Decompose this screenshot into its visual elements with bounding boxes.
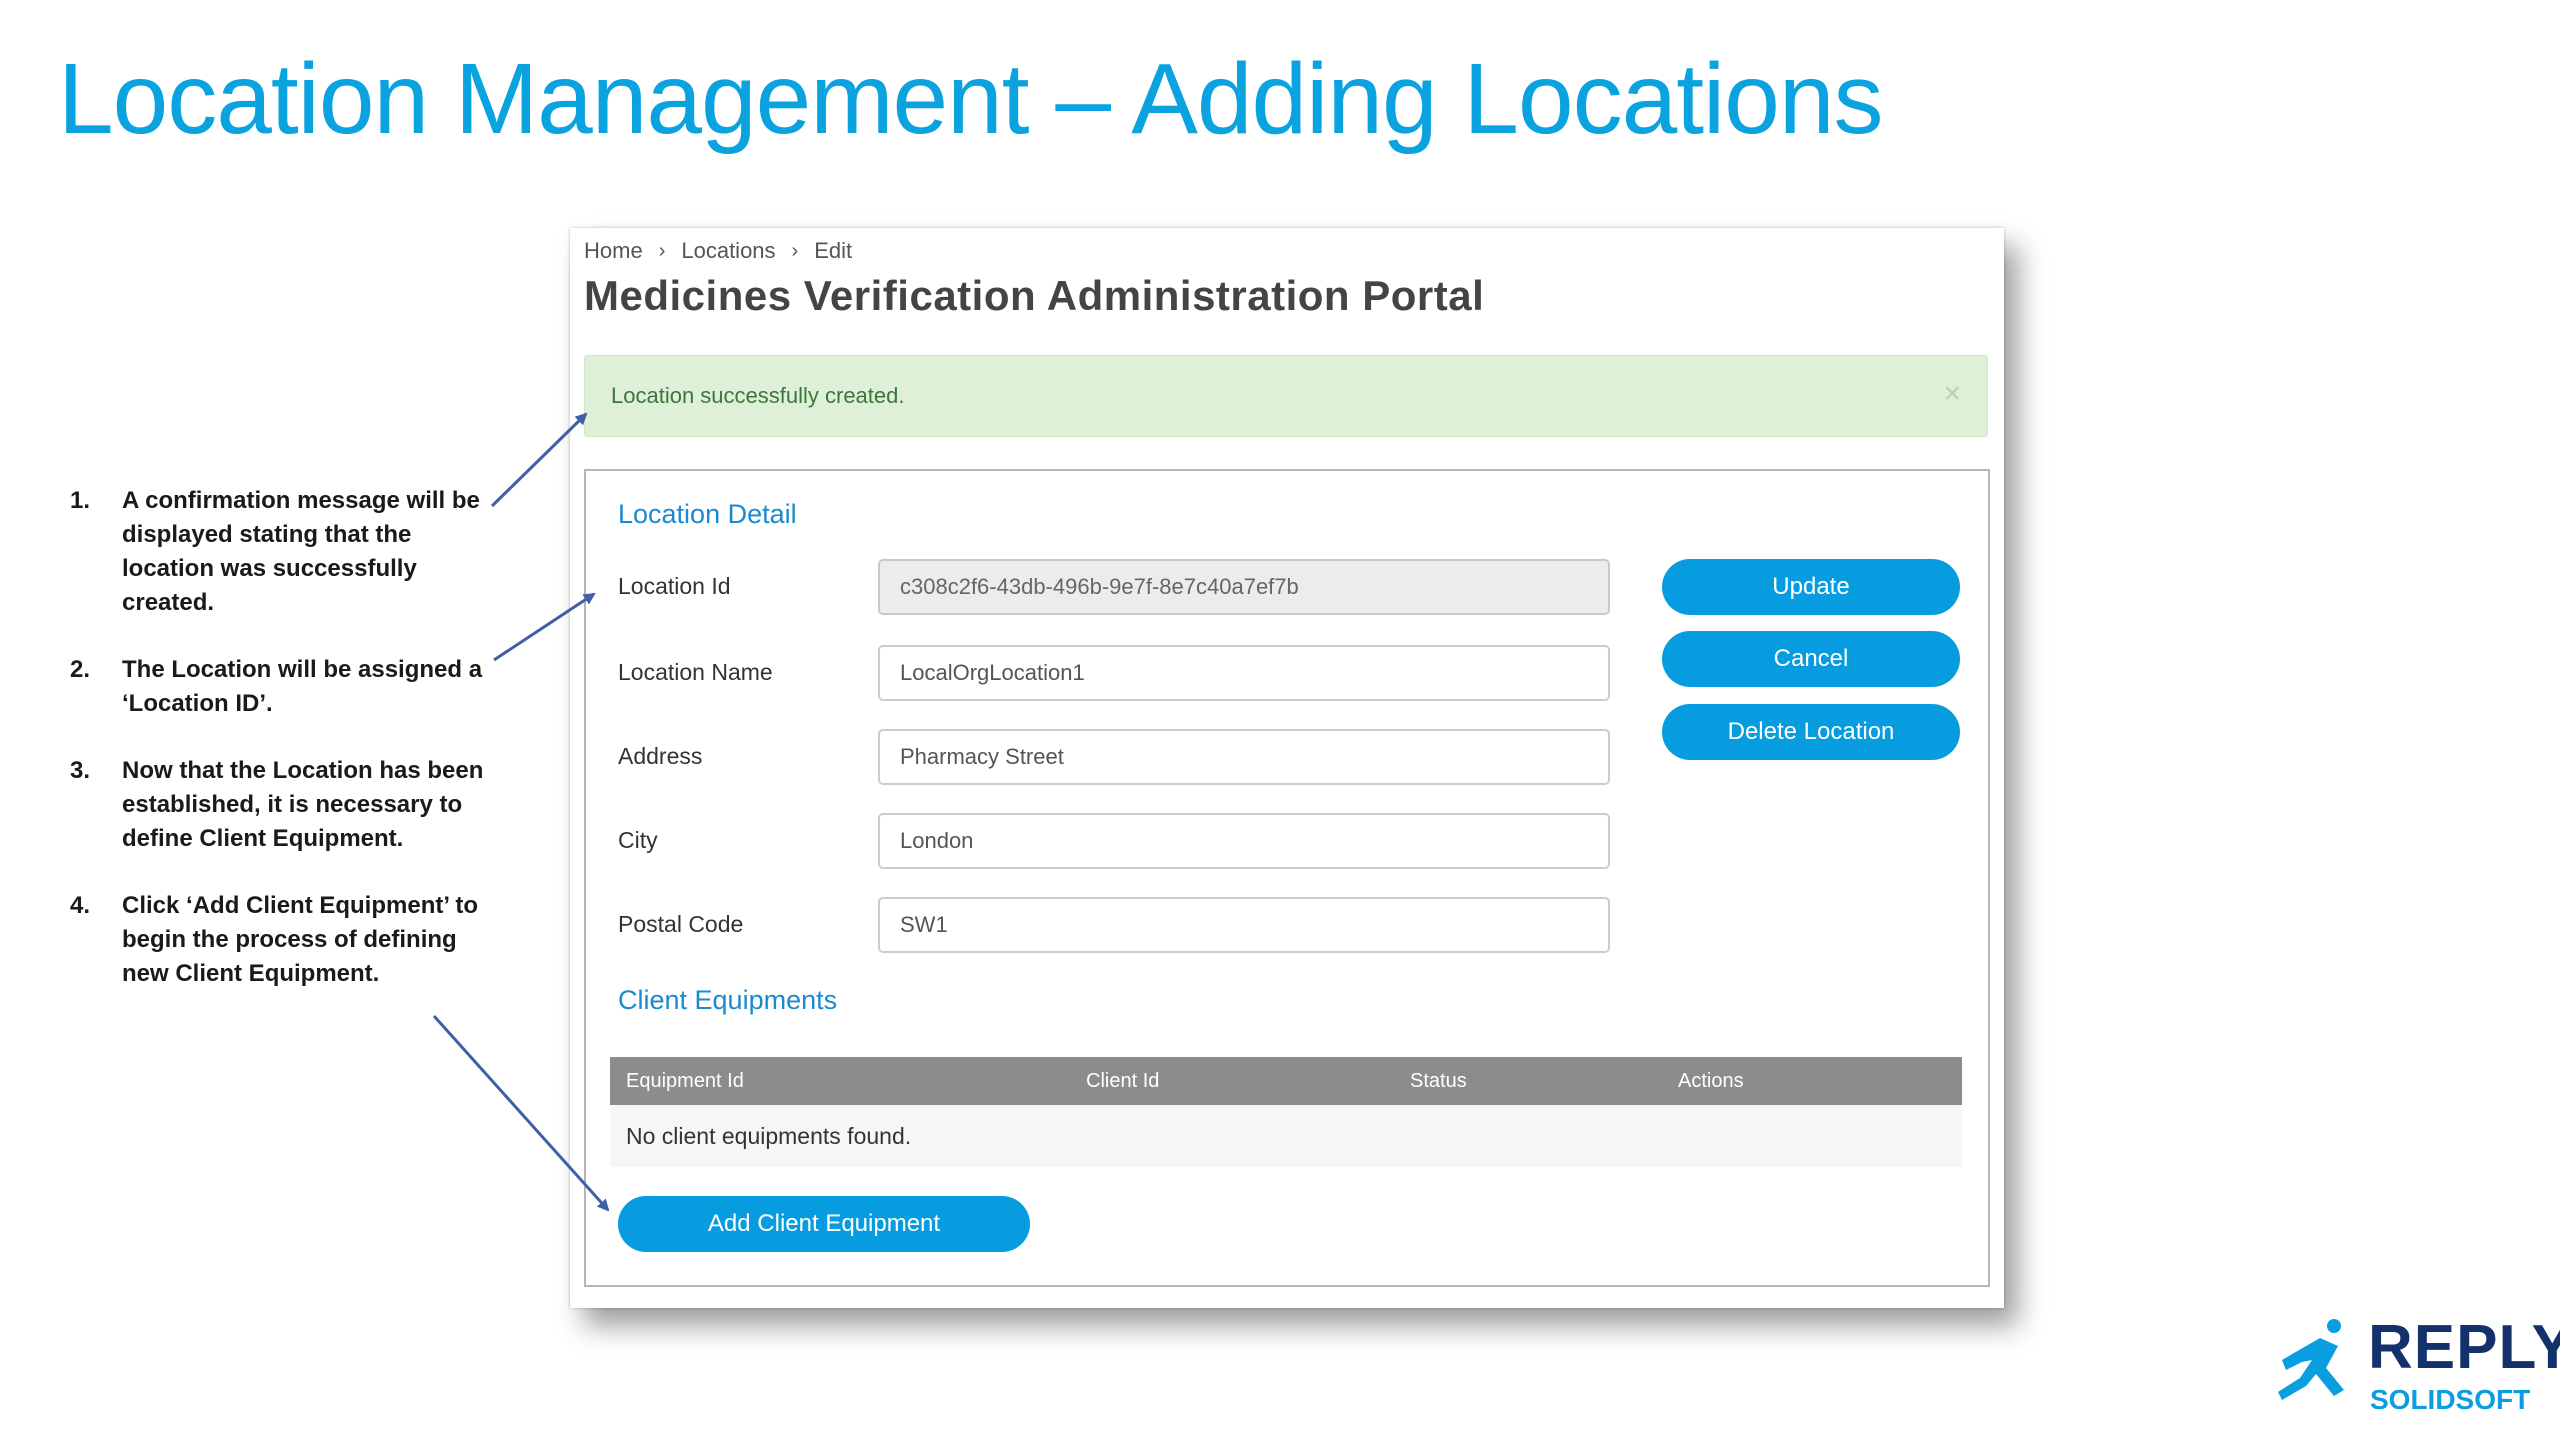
step-text: Now that the Location has been establish… xyxy=(122,757,484,852)
breadcrumb-separator: › xyxy=(658,239,666,262)
breadcrumb-separator: › xyxy=(791,239,799,262)
success-alert: Location successfully created. × xyxy=(584,355,1988,437)
table-header: Equipment Id Client Id Status Actions xyxy=(610,1057,1962,1105)
step-item: 2. The Location will be assigned a ‘Loca… xyxy=(70,653,490,721)
step-text: Click ‘Add Client Equipment’ to begin th… xyxy=(122,892,479,987)
client-equipments-table: Equipment Id Client Id Status Actions No… xyxy=(610,1057,1962,1167)
step-text: The Location will be assigned a ‘Locatio… xyxy=(122,656,483,717)
location-detail-panel: Location Detail Location Id Location Nam… xyxy=(584,469,1990,1287)
city-field[interactable] xyxy=(878,813,1610,869)
address-field[interactable] xyxy=(878,729,1610,785)
breadcrumb-home[interactable]: Home xyxy=(584,238,643,264)
location-id-field xyxy=(878,559,1610,615)
step-number: 1. xyxy=(70,487,91,514)
breadcrumb-edit: Edit xyxy=(814,238,853,263)
alert-message: Location successfully created. xyxy=(611,383,905,408)
step-item: 4. Click ‘Add Client Equipment’ to begin… xyxy=(70,889,490,991)
breadcrumb-locations[interactable]: Locations xyxy=(681,238,775,264)
logo-subtitle: SOLIDSOFT xyxy=(2370,1384,2531,1415)
delete-location-button[interactable]: Delete Location xyxy=(1662,704,1960,760)
column-status: Status xyxy=(1410,1069,1467,1092)
empty-table-message: No client equipments found. xyxy=(610,1105,1962,1167)
slide-title: Location Management – Adding Locations xyxy=(58,43,1883,155)
section-title-client-equipments: Client Equipments xyxy=(618,985,838,1015)
step-number: 3. xyxy=(70,757,91,784)
add-client-equipment-button[interactable]: Add Client Equipment xyxy=(618,1196,1030,1252)
city-label: City xyxy=(618,827,658,853)
column-client-id: Client Id xyxy=(1086,1069,1160,1092)
section-title-location-detail: Location Detail xyxy=(618,499,797,529)
reply-solidsoft-logo: REPLY SOLIDSOFT xyxy=(2272,1312,2560,1422)
runner-icon xyxy=(2278,1319,2344,1400)
postal-code-label: Postal Code xyxy=(618,911,744,937)
update-button[interactable]: Update xyxy=(1662,559,1960,615)
column-equipment-id: Equipment Id xyxy=(626,1069,744,1092)
page-title: Medicines Verification Administration Po… xyxy=(584,272,1485,319)
location-name-label: Location Name xyxy=(618,659,773,685)
address-label: Address xyxy=(618,743,703,769)
instruction-steps: 1. A confirmation message will be displa… xyxy=(70,484,490,1024)
step-item: 3. Now that the Location has been establ… xyxy=(70,754,490,856)
column-actions: Actions xyxy=(1678,1069,1744,1092)
step-number: 4. xyxy=(70,892,91,919)
portal-screenshot: Home › Locations › Edit Medicines Verifi… xyxy=(570,228,2004,1308)
location-name-field[interactable] xyxy=(878,645,1610,701)
postal-code-field[interactable] xyxy=(878,897,1610,953)
breadcrumb: Home › Locations › Edit xyxy=(584,238,852,264)
close-icon[interactable]: × xyxy=(1943,377,1961,411)
step-item: 1. A confirmation message will be displa… xyxy=(70,484,490,620)
location-id-label: Location Id xyxy=(618,573,731,599)
step-text: A confirmation message will be displayed… xyxy=(122,487,480,616)
cancel-button[interactable]: Cancel xyxy=(1662,631,1960,687)
step-number: 2. xyxy=(70,656,91,683)
logo-name: REPLY xyxy=(2368,1313,2560,1382)
